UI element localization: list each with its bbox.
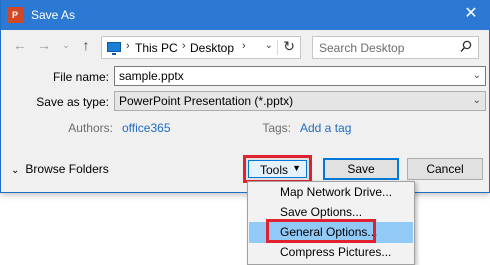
authors-link[interactable]: office365 xyxy=(122,121,171,135)
up-arrow-icon[interactable]: ↑ xyxy=(77,36,95,54)
menu-item-compress-pictures[interactable]: Compress Pictures... xyxy=(249,242,413,263)
this-pc-icon xyxy=(107,42,121,55)
file-name-field[interactable]: sample.pptx ⌄ xyxy=(114,66,486,86)
powerpoint-app-icon: P xyxy=(7,7,23,23)
tags-label: Tags: xyxy=(262,121,291,135)
address-dropdown-icon[interactable]: ⌄ xyxy=(265,40,273,51)
breadcrumb-desktop[interactable]: Desktop xyxy=(190,41,234,55)
dropdown-triangle-icon: ▼ xyxy=(292,163,301,173)
back-arrow-icon[interactable]: ← xyxy=(11,36,29,54)
address-bar[interactable]: › This PC › Desktop › ⌄ ↻ xyxy=(101,36,301,59)
breadcrumb-separator-icon: › xyxy=(242,40,246,52)
navigation-bar: ← → ⌄ ↑ › This PC › Desktop › ⌄ ↻ Search… xyxy=(1,30,490,60)
close-icon[interactable]: ✕ xyxy=(459,3,483,25)
chevron-down-icon: ⌄ xyxy=(11,165,20,176)
tools-label: Tools xyxy=(260,163,289,177)
file-name-value: sample.pptx xyxy=(119,69,184,83)
save-as-type-select[interactable]: PowerPoint Presentation (*.pptx) ⌄ xyxy=(114,91,486,111)
search-placeholder: Search Desktop xyxy=(319,41,405,55)
cancel-button[interactable]: Cancel xyxy=(407,158,483,180)
save-as-type-label: Save as type: xyxy=(36,95,109,109)
tools-highlight-box: Tools ▼ xyxy=(243,155,312,183)
save-as-dialog: P Save As ✕ ← → ⌄ ↑ › This PC › Desktop … xyxy=(0,0,490,193)
search-input[interactable]: Search Desktop xyxy=(312,36,479,59)
save-as-type-value: PowerPoint Presentation (*.pptx) xyxy=(119,94,294,108)
browse-folders-label: Browse Folders xyxy=(25,162,109,176)
forward-arrow-icon[interactable]: → xyxy=(35,36,53,54)
tools-button[interactable]: Tools ▼ xyxy=(248,160,307,178)
chevron-down-icon[interactable]: ⌄ xyxy=(473,95,481,106)
address-divider xyxy=(277,40,278,55)
breadcrumb-separator-icon: › xyxy=(126,40,130,52)
save-button[interactable]: Save xyxy=(323,158,399,180)
add-tag-link[interactable]: Add a tag xyxy=(300,121,351,135)
menu-item-map-network-drive[interactable]: Map Network Drive... xyxy=(249,182,413,203)
window-title: Save As xyxy=(31,8,76,22)
general-options-highlight-box xyxy=(266,219,376,243)
browse-folders-toggle[interactable]: ⌄ Browse Folders xyxy=(11,162,109,176)
chevron-down-icon[interactable]: ⌄ xyxy=(473,70,481,81)
file-name-label: File name: xyxy=(52,70,109,84)
breadcrumb-this-pc[interactable]: This PC xyxy=(135,41,178,55)
authors-label: Authors: xyxy=(68,121,113,135)
title-bar: P Save As ✕ xyxy=(1,0,490,30)
refresh-icon[interactable]: ↻ xyxy=(283,38,295,55)
recent-locations-chevron-icon[interactable]: ⌄ xyxy=(57,36,75,54)
breadcrumb-separator-icon: › xyxy=(182,40,186,52)
search-icon[interactable] xyxy=(460,40,472,54)
